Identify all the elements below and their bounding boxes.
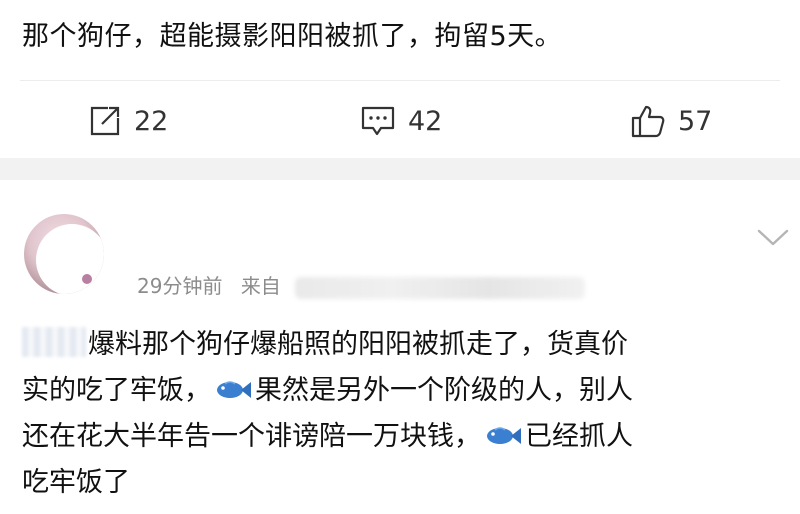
redacted-username	[22, 327, 86, 357]
fish-emoji-icon	[487, 427, 521, 444]
comment-line-1: 爆料那个狗仔爆船照的阳阳被抓走了，货真价	[88, 329, 628, 360]
thumbs-up-icon	[631, 105, 665, 138]
comment-line-5: 已经抓人	[525, 421, 633, 452]
comment-line-6: 吃牢饭了	[22, 467, 130, 498]
divider	[20, 80, 780, 81]
like-button[interactable]: 57	[630, 98, 712, 144]
repost-count: 22	[134, 105, 169, 137]
comment-count: 42	[408, 105, 443, 137]
comment-icon	[361, 106, 395, 136]
repost-button[interactable]: 22	[88, 98, 168, 144]
chevron-down-icon[interactable]	[756, 226, 790, 248]
avatar[interactable]	[24, 214, 104, 294]
comment-time: 29分钟前	[137, 274, 223, 298]
section-separator	[0, 158, 800, 180]
redacted-source	[294, 276, 585, 299]
action-bar: 22 42 57	[0, 98, 800, 144]
like-count: 57	[678, 105, 713, 137]
comment-line-2: 实的吃了牢饭，	[22, 375, 211, 406]
comment-meta: 29分钟前 来自	[137, 270, 585, 299]
comment-line-4: 还在花大半年告一个诽谤陪一万块钱，	[22, 421, 481, 452]
comment-body: 爆料那个狗仔爆船照的阳阳被抓走了，货真价 实的吃了牢饭， 果然是另外一个阶级的人，…	[22, 322, 782, 506]
repost-icon	[90, 106, 120, 136]
comment-source-label: 来自	[240, 274, 281, 298]
comment-line-3: 果然是另外一个阶级的人，别人	[255, 375, 633, 406]
comment-button[interactable]: 42	[360, 98, 442, 144]
post-text: 那个狗仔，超能摄影阳阳被抓了，拘留5天。	[22, 21, 563, 52]
fish-emoji-icon	[217, 381, 251, 398]
